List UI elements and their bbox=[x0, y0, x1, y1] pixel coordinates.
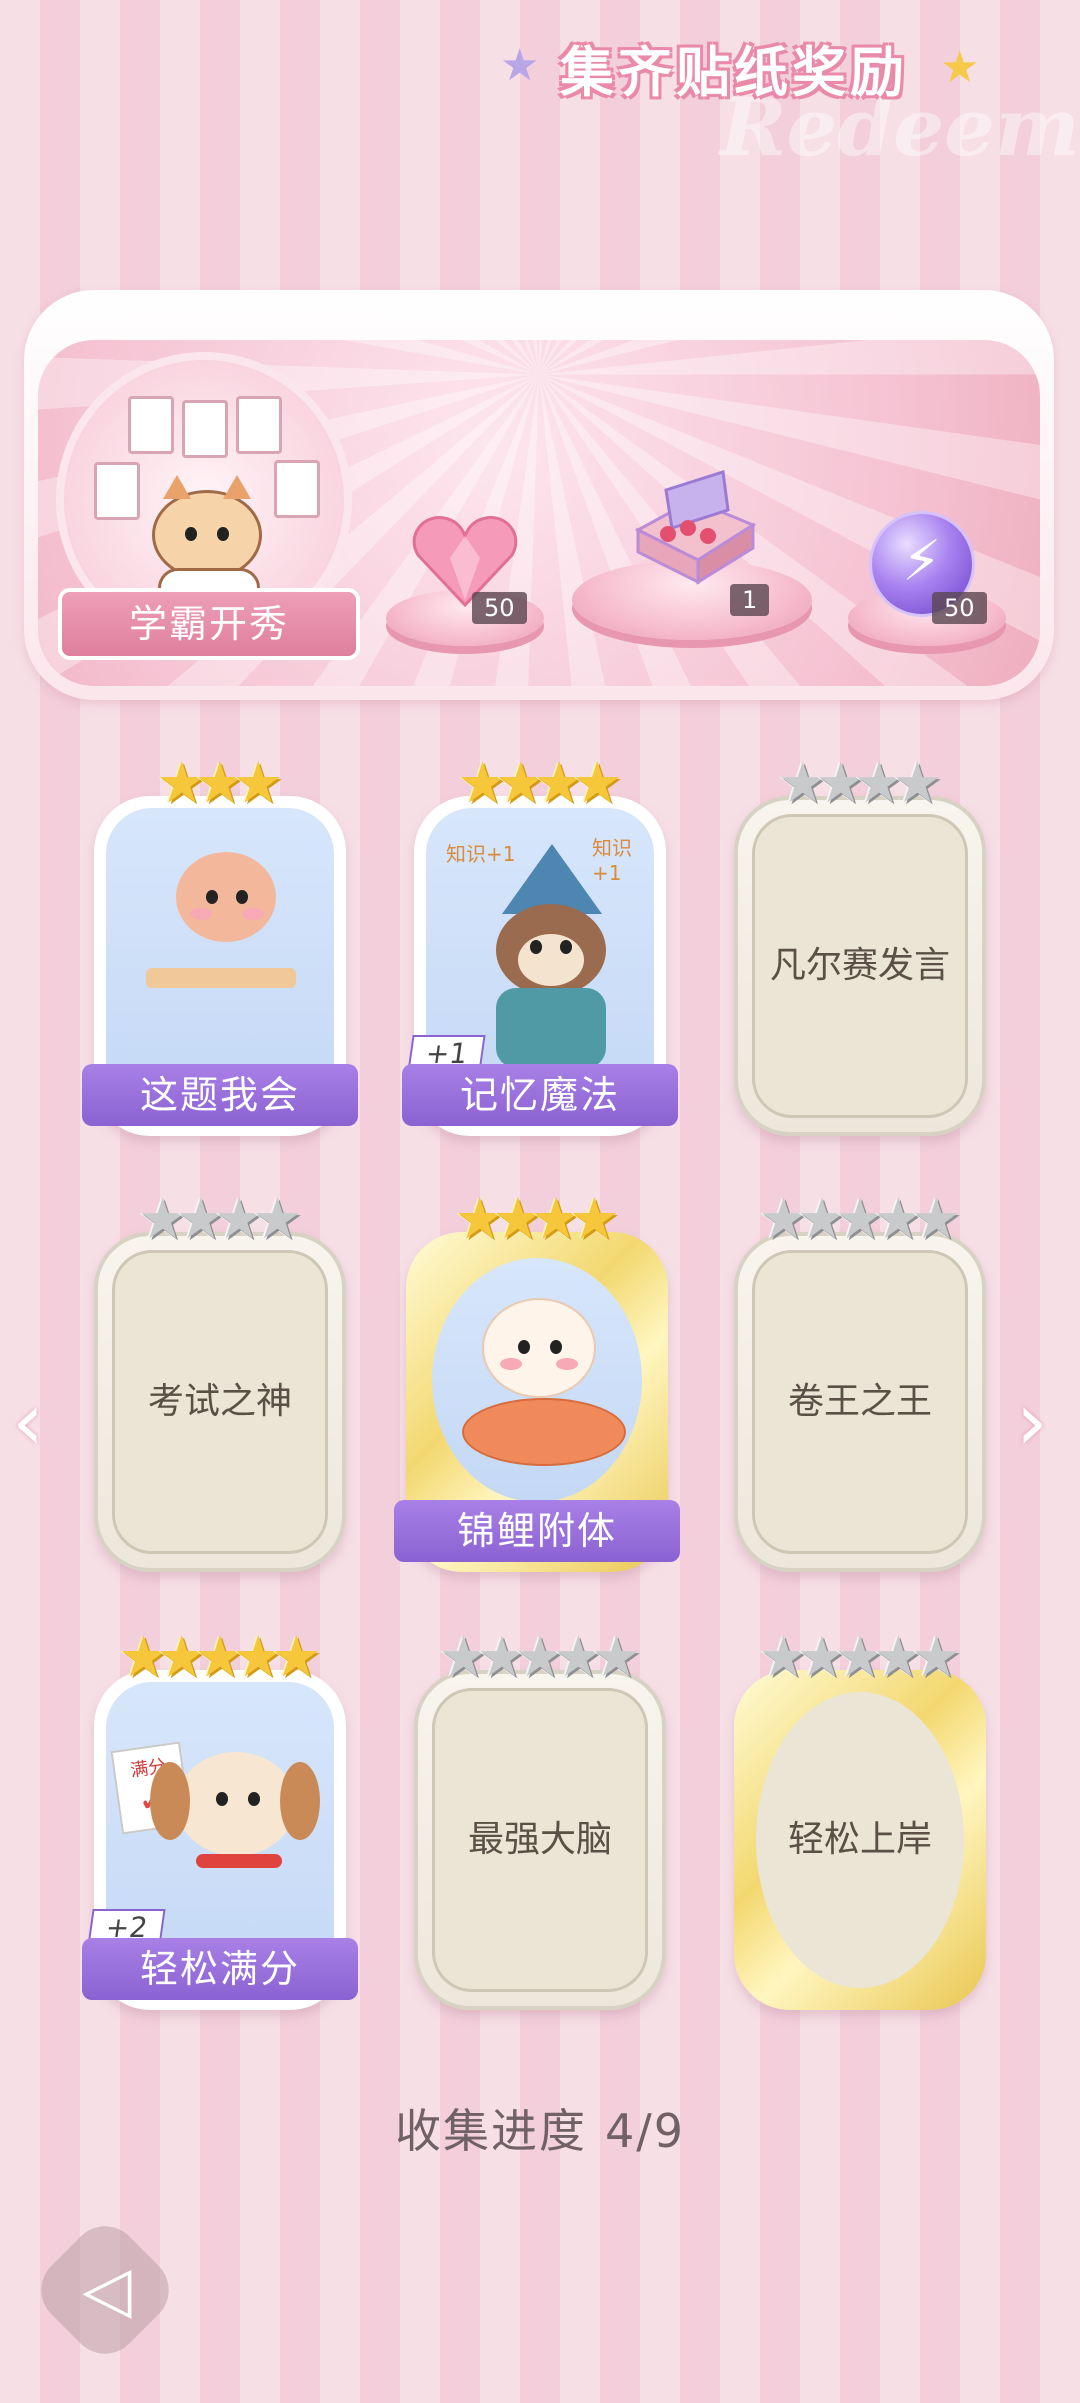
lavender-star-icon: ★ bbox=[500, 40, 540, 91]
paper-icon bbox=[274, 460, 320, 518]
sticker-card[interactable]: 满分 ✓ ★★★★★ +2 轻松满分 bbox=[82, 1630, 358, 2010]
banner-title-wrap: ★ 集齐贴纸奖励 ★ bbox=[500, 22, 980, 122]
gift-box-icon[interactable] bbox=[628, 470, 758, 590]
card-label: 轻松满分 bbox=[82, 1938, 358, 2000]
otter-face-icon bbox=[496, 904, 606, 996]
reward-count: 50 bbox=[932, 592, 987, 624]
puppy-face-icon bbox=[150, 1752, 320, 1856]
star-rating: ★★★★ bbox=[406, 1192, 668, 1248]
collection-progress: 收集进度 4/9 bbox=[0, 2095, 1080, 2161]
bear-face-icon bbox=[176, 852, 276, 942]
card-label: 记忆魔法 bbox=[402, 1064, 678, 1126]
paper-icon bbox=[236, 396, 282, 454]
star-rating: ★★★★ bbox=[414, 756, 666, 812]
card-label: 这题我会 bbox=[82, 1064, 358, 1126]
card-label: 考试之神 bbox=[147, 1381, 292, 1422]
prev-page-arrow-icon[interactable]: ‹ bbox=[12, 1375, 44, 1468]
silver-star-icon: ★ bbox=[911, 1625, 962, 1690]
bear-face-icon bbox=[482, 1298, 596, 1398]
paper-icon bbox=[182, 400, 228, 458]
bear-with-koi-art bbox=[432, 1258, 642, 1502]
badge-ribbon: 学霸开秀 bbox=[62, 592, 356, 656]
sticker-card[interactable]: ★★★★ 锦鲤附体 bbox=[394, 1192, 680, 1572]
card-label: 最强大脑 bbox=[467, 1819, 612, 1860]
card-label: 凡尔赛发言 bbox=[769, 945, 950, 986]
star-rating: ★★★★★ bbox=[734, 1630, 986, 1686]
paper-icon bbox=[128, 396, 174, 454]
gold-star-icon: ★ bbox=[271, 1625, 322, 1690]
star-rating: ★★★★ bbox=[734, 756, 986, 812]
silver-star-icon: ★ bbox=[252, 1187, 303, 1252]
silver-star-icon: ★ bbox=[911, 1187, 962, 1252]
silver-star-icon: ★ bbox=[892, 751, 943, 816]
cat-mascot-icon bbox=[152, 475, 262, 580]
sticker-card-locked[interactable]: ★★★★★ 轻松上岸 bbox=[734, 1630, 986, 2010]
yellow-star-icon: ★ bbox=[940, 42, 980, 93]
card-label: 卷王之王 bbox=[787, 1381, 932, 1422]
star-rating: ★★★★★ bbox=[734, 1192, 986, 1248]
star-rating: ★★★★★ bbox=[94, 1630, 346, 1686]
sticker-card[interactable]: 知识+1 知识+1 ★★★★ +1 记忆魔法 bbox=[402, 756, 678, 1136]
sticker-card-locked[interactable]: ★★★★ 考试之神 bbox=[94, 1192, 346, 1572]
star-rating: ★★★ bbox=[94, 756, 346, 812]
progress-label: 收集进度 bbox=[394, 2104, 587, 2158]
star-rating: ★★★★★ bbox=[414, 1630, 666, 1686]
koi-fish-icon bbox=[462, 1398, 626, 1466]
banner-title: 集齐贴纸奖励 bbox=[560, 41, 908, 104]
sticker-card-locked[interactable]: ★★★★★ 卷王之王 bbox=[734, 1192, 986, 1572]
sticker-card[interactable]: ★★★ 这题我会 bbox=[82, 756, 358, 1136]
gold-star-icon: ★ bbox=[233, 751, 284, 816]
reward-count: 1 bbox=[730, 584, 770, 616]
sticker-card-locked[interactable]: ★★★★ 凡尔赛发言 bbox=[734, 756, 986, 1136]
card-label: 轻松上岸 bbox=[787, 1819, 932, 1860]
next-page-arrow-icon[interactable]: › bbox=[1016, 1375, 1048, 1468]
reward-count: 50 bbox=[472, 592, 527, 624]
gold-star-icon: ★ bbox=[572, 751, 623, 816]
paper-icon bbox=[94, 462, 140, 520]
silver-star-icon: ★ bbox=[591, 1625, 642, 1690]
back-arrow-icon[interactable]: ◁ bbox=[62, 2250, 152, 2330]
card-label: 锦鲤附体 bbox=[394, 1500, 680, 1562]
sticker-card-locked[interactable]: ★★★★★ 最强大脑 bbox=[414, 1630, 666, 2010]
star-rating: ★★★★ bbox=[94, 1192, 346, 1248]
gold-star-icon: ★ bbox=[569, 1187, 620, 1252]
progress-value: 4/9 bbox=[604, 2104, 686, 2158]
